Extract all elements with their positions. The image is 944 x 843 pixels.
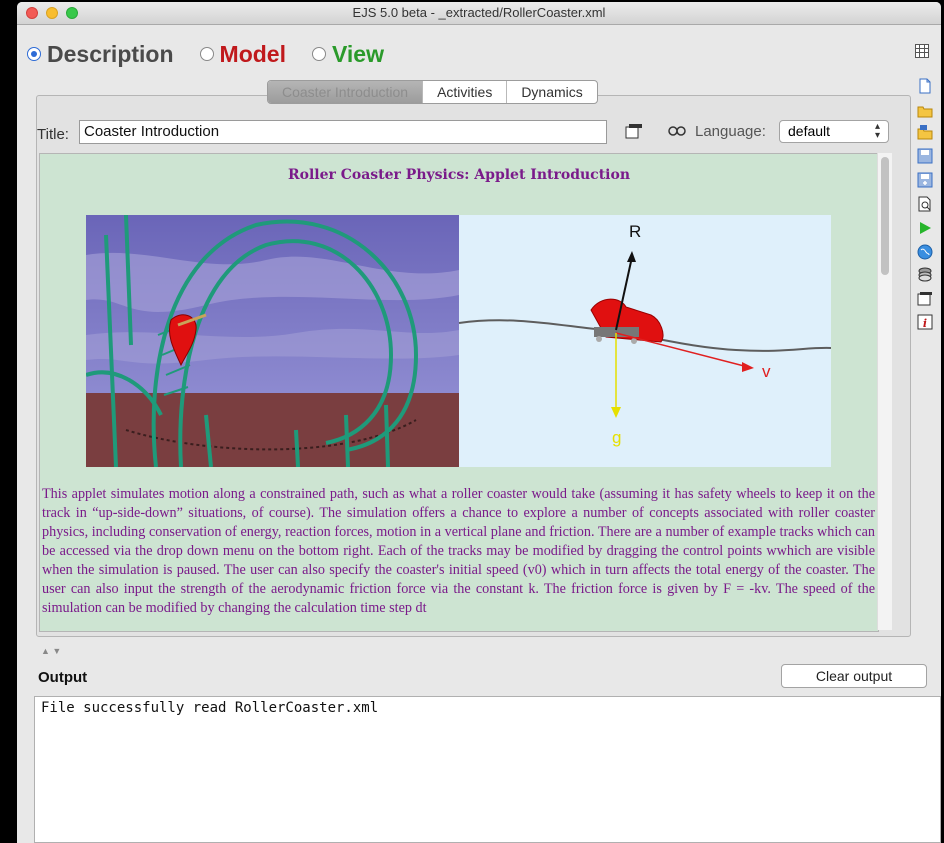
- select-arrows-icon: ▴ ▾: [874, 121, 880, 141]
- tab-activities[interactable]: Activities: [423, 81, 508, 103]
- language-select[interactable]: default ▴ ▾: [779, 120, 889, 143]
- edit-page-icon[interactable]: [625, 123, 643, 139]
- mode-model-label[interactable]: Model: [220, 41, 286, 68]
- output-console[interactable]: File successfully read RollerCoaster.xml: [34, 696, 941, 843]
- mode-model[interactable]: Model: [199, 41, 286, 68]
- output-label: Output: [38, 669, 88, 686]
- radio-model[interactable]: [199, 47, 214, 61]
- tab-dynamics[interactable]: Dynamics: [507, 81, 596, 103]
- link-icon[interactable]: [667, 125, 687, 137]
- save-as-icon[interactable]: [917, 172, 933, 188]
- clear-output-button[interactable]: Clear output: [781, 664, 927, 688]
- title-row: Title:: [37, 121, 69, 147]
- mode-view-label[interactable]: View: [332, 41, 384, 68]
- gravity-label: g: [612, 428, 621, 447]
- search-icon[interactable]: [917, 196, 933, 212]
- globe-icon[interactable]: [917, 244, 933, 260]
- radio-description[interactable]: [27, 47, 41, 61]
- output-message: File successfully read RollerCoaster.xml: [41, 700, 379, 716]
- grid-layout-icon[interactable]: [915, 44, 929, 58]
- new-file-icon[interactable]: [917, 78, 933, 94]
- radio-view[interactable]: [311, 47, 326, 61]
- split-divider-arrows[interactable]: ▲ ▼: [41, 646, 61, 656]
- svg-text:i: i: [923, 317, 927, 330]
- reaction-force-label: R: [629, 222, 641, 241]
- language-value: default: [788, 123, 831, 139]
- window-title: EJS 5.0 beta - _extracted/RollerCoaster.…: [352, 5, 606, 20]
- app-window: EJS 5.0 beta - _extracted/RollerCoaster.…: [17, 2, 941, 843]
- coaster-figure: R v g: [85, 214, 832, 468]
- mode-selector: Description Model View: [27, 40, 410, 68]
- package-icon[interactable]: [917, 266, 933, 282]
- run-icon[interactable]: [917, 220, 933, 236]
- language-label: Language:: [695, 123, 766, 140]
- coaster-illustration: R v g: [85, 214, 832, 468]
- title-bar: EJS 5.0 beta - _extracted/RollerCoaster.…: [17, 2, 941, 25]
- content-scrollbar[interactable]: [877, 153, 892, 630]
- content-scroll-thumb[interactable]: [881, 157, 889, 275]
- open-examples-icon[interactable]: [917, 124, 933, 140]
- title-label: Title:: [37, 125, 69, 143]
- velocity-label: v: [762, 362, 771, 381]
- html-content-view: Roller Coaster Physics: Applet Introduct…: [39, 153, 879, 632]
- page-tabs: Coaster Introduction Activities Dynamics: [267, 80, 598, 104]
- open-folder-icon[interactable]: [917, 103, 933, 119]
- title-field[interactable]: Coaster Introduction: [79, 120, 607, 144]
- page-heading: Roller Coaster Physics: Applet Introduct…: [287, 167, 631, 183]
- mode-view[interactable]: View: [311, 41, 384, 68]
- info-icon[interactable]: i: [917, 314, 933, 330]
- tab-coaster-introduction[interactable]: Coaster Introduction: [268, 81, 424, 103]
- mode-description-label[interactable]: Description: [47, 41, 174, 68]
- description-paragraph: This applet simulates motion along a con…: [42, 486, 875, 616]
- save-icon[interactable]: [917, 148, 933, 164]
- mode-description[interactable]: Description: [27, 41, 174, 68]
- options-icon[interactable]: [917, 290, 933, 306]
